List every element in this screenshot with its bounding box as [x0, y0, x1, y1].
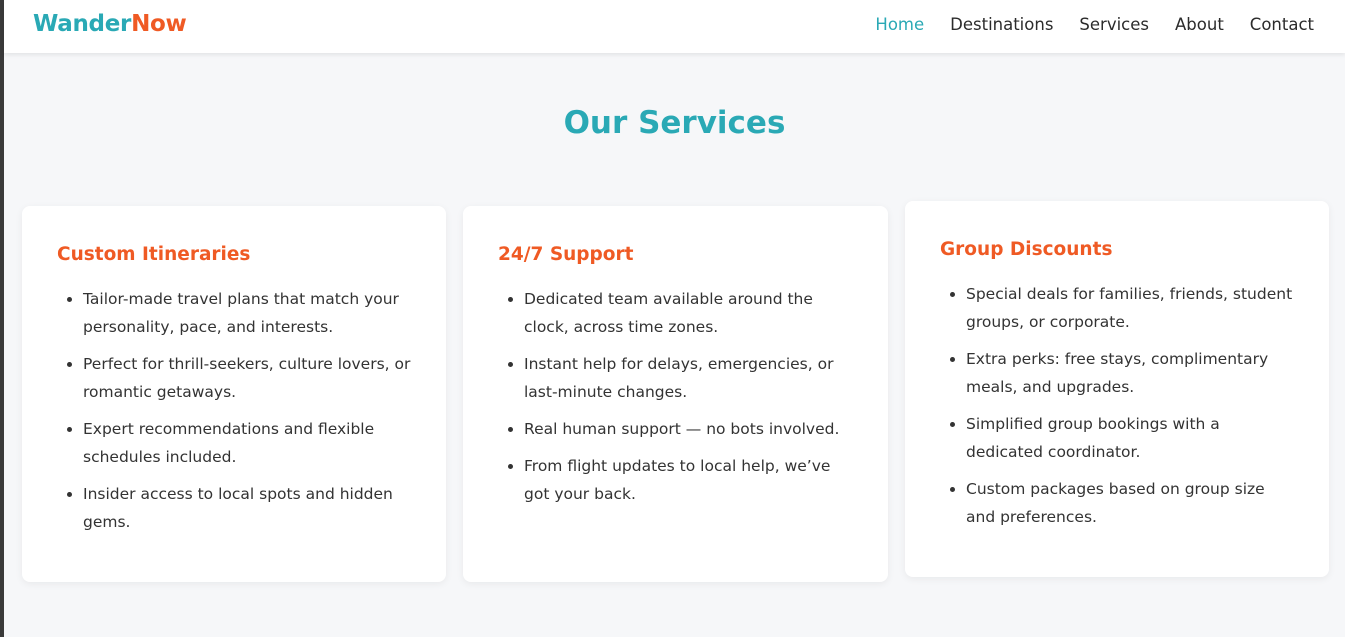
- brand-wander: Wander: [33, 11, 132, 37]
- service-card-custom-itineraries: Custom Itineraries Tailor-made travel pl…: [22, 206, 446, 582]
- nav-link-contact[interactable]: Contact: [1250, 15, 1314, 34]
- nav-link-services[interactable]: Services: [1079, 15, 1149, 34]
- list-item: Special deals for families, friends, stu…: [966, 280, 1295, 336]
- list-item: Dedicated team available around the cloc…: [524, 285, 854, 341]
- card-title: 24/7 Support: [498, 244, 634, 265]
- list-item: Tailor-made travel plans that match your…: [83, 285, 412, 341]
- brand-logo[interactable]: WanderNow: [33, 11, 187, 37]
- nav-link-destinations[interactable]: Destinations: [950, 15, 1053, 34]
- card-feature-list: Special deals for families, friends, stu…: [940, 280, 1295, 531]
- list-item: From flight updates to local help, we’ve…: [524, 452, 854, 508]
- list-item: Real human support — no bots involved.: [524, 415, 854, 443]
- service-card-support: 24/7 Support Dedicated team available ar…: [463, 206, 888, 582]
- card-title: Custom Itineraries: [57, 244, 251, 265]
- list-item: Instant help for delays, emergencies, or…: [524, 350, 854, 406]
- brand-now: Now: [131, 11, 187, 37]
- nav-links: Home Destinations Services About Contact: [875, 15, 1314, 34]
- card-feature-list: Dedicated team available around the cloc…: [498, 285, 854, 508]
- card-feature-list: Tailor-made travel plans that match your…: [57, 285, 412, 536]
- list-item: Extra perks: free stays, complimentary m…: [966, 345, 1295, 401]
- nav-link-about[interactable]: About: [1175, 15, 1224, 34]
- list-item: Perfect for thrill-seekers, culture love…: [83, 350, 412, 406]
- page-title: Our Services: [563, 105, 786, 141]
- service-card-group-discounts: Group Discounts Special deals for famili…: [905, 201, 1329, 577]
- list-item: Simplified group bookings with a dedicat…: [966, 410, 1295, 466]
- list-item: Custom packages based on group size and …: [966, 475, 1295, 531]
- card-title: Group Discounts: [940, 239, 1113, 260]
- list-item: Expert recommendations and flexible sche…: [83, 415, 412, 471]
- list-item: Insider access to local spots and hidden…: [83, 480, 412, 536]
- navbar: WanderNow Home Destinations Services Abo…: [4, 0, 1345, 53]
- window-edge: [0, 0, 4, 637]
- nav-link-home[interactable]: Home: [875, 15, 924, 34]
